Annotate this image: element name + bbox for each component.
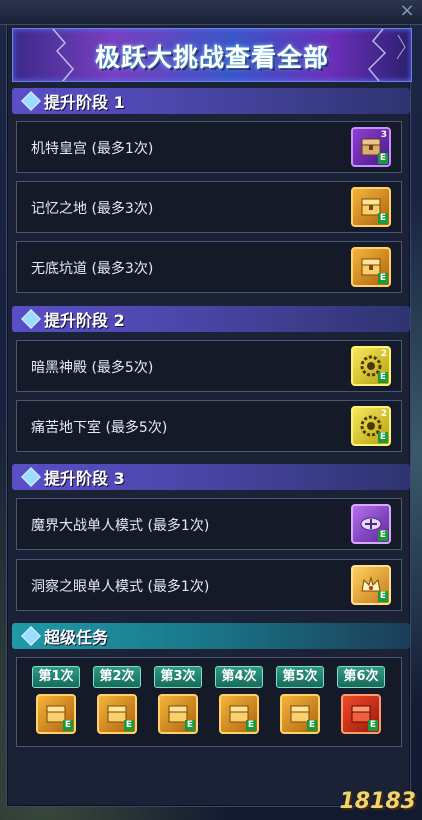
count-badge: 2	[380, 409, 387, 419]
gold-treasure-chest-icon[interactable]: E	[351, 247, 391, 287]
equip-tag: E	[63, 720, 73, 731]
dungeon-label: 机特皇宫 (最多1次)	[31, 141, 154, 157]
golden-crown-item-icon[interactable]: E	[351, 565, 391, 605]
equip-tag: E	[378, 432, 388, 443]
list-item-stage1-2: 记忆之地 (最多3次) E	[16, 181, 402, 233]
purple-treasure-chest-icon[interactable]: 3 E	[351, 127, 391, 167]
section-title: 提升阶段 3	[44, 469, 125, 488]
dungeon-label: 记忆之地 (最多3次)	[31, 201, 154, 217]
dungeon-label: 魔界大战单人模式 (最多1次)	[31, 518, 210, 534]
tier-label: 第4次	[215, 666, 263, 688]
dungeon-label: 痛苦地下室 (最多5次)	[31, 420, 168, 436]
equip-tag: E	[368, 720, 378, 731]
equip-tag: E	[378, 530, 388, 541]
diamond-bullet-icon	[21, 467, 41, 487]
equip-tag: E	[185, 720, 195, 731]
reward-tier-5: 第5次 E	[275, 666, 325, 734]
equip-tag: E	[378, 153, 388, 164]
list-item-stage3-1: 魔界大战单人模式 (最多1次) E	[16, 498, 402, 550]
banner-title: 极跃大挑战查看全部	[94, 43, 329, 72]
super-task-rewards: 第1次 E 第2次 E 第3次 E 第4次 E 第5次 E 第6次 E	[16, 657, 402, 747]
section-title: 提升阶段 1	[44, 93, 125, 112]
violet-emblem-icon[interactable]: E	[351, 504, 391, 544]
site-watermark: 18183	[339, 789, 416, 814]
reward-tier-6: 第6次 E	[336, 666, 386, 734]
equip-tag: E	[378, 213, 388, 224]
equip-tag: E	[378, 372, 388, 383]
section-title: 提升阶段 2	[44, 311, 125, 330]
reward-tier-3: 第3次 E	[153, 666, 203, 734]
red-treasure-chest-icon[interactable]: E	[341, 694, 381, 734]
reward-tier-4: 第4次 E	[214, 666, 264, 734]
equip-tag: E	[378, 591, 388, 602]
count-badge: 2	[380, 349, 387, 359]
list-item-stage2-2: 痛苦地下室 (最多5次) 2 E	[16, 400, 402, 452]
free-gear-ticket-icon[interactable]: 2 E	[351, 406, 391, 446]
list-item-stage2-1: 暗黑神殿 (最多5次) 2 E	[16, 340, 402, 392]
list-item-stage3-2: 洞察之眼单人模式 (最多1次) E	[16, 559, 402, 611]
count-badge: 3	[380, 130, 387, 140]
diamond-bullet-icon	[21, 626, 41, 646]
dungeon-label: 洞察之眼单人模式 (最多1次)	[31, 579, 210, 595]
free-gear-ticket-icon[interactable]: 2 E	[351, 346, 391, 386]
banner: 极跃大挑战查看全部	[12, 28, 412, 82]
gold-treasure-chest-icon[interactable]: E	[97, 694, 137, 734]
list-item-stage1-3: 无底坑道 (最多3次) E	[16, 241, 402, 293]
tier-label: 第2次	[93, 666, 141, 688]
reward-tier-1: 第1次 E	[31, 666, 81, 734]
tier-label: 第6次	[337, 666, 385, 688]
equip-tag: E	[307, 720, 317, 731]
tier-label: 第5次	[276, 666, 324, 688]
gold-treasure-chest-icon[interactable]: E	[219, 694, 259, 734]
section-header-stage-3: 提升阶段 3	[12, 464, 410, 490]
diamond-bullet-icon	[21, 309, 41, 329]
section-header-stage-1: 提升阶段 1	[12, 88, 410, 114]
window-titlebar: ×	[0, 0, 422, 25]
gold-treasure-chest-icon[interactable]: E	[280, 694, 320, 734]
section-title: 超级任务	[44, 628, 109, 647]
close-button[interactable]: ×	[398, 2, 416, 20]
dungeon-label: 暗黑神殿 (最多5次)	[31, 360, 154, 376]
equip-tag: E	[378, 273, 388, 284]
reward-tier-2: 第2次 E	[92, 666, 142, 734]
tier-label: 第1次	[32, 666, 80, 688]
gold-treasure-chest-icon[interactable]: E	[351, 187, 391, 227]
section-header-stage-2: 提升阶段 2	[12, 306, 410, 332]
equip-tag: E	[124, 720, 134, 731]
diamond-bullet-icon	[21, 91, 41, 111]
equip-tag: E	[246, 720, 256, 731]
gold-treasure-chest-icon[interactable]: E	[158, 694, 198, 734]
section-header-super-task: 超级任务	[12, 623, 410, 649]
dungeon-label: 无底坑道 (最多3次)	[31, 261, 154, 277]
gold-treasure-chest-icon[interactable]: E	[36, 694, 76, 734]
tier-label: 第3次	[154, 666, 202, 688]
list-item-stage1-1: 机特皇宫 (最多1次) 3 E	[16, 121, 402, 173]
